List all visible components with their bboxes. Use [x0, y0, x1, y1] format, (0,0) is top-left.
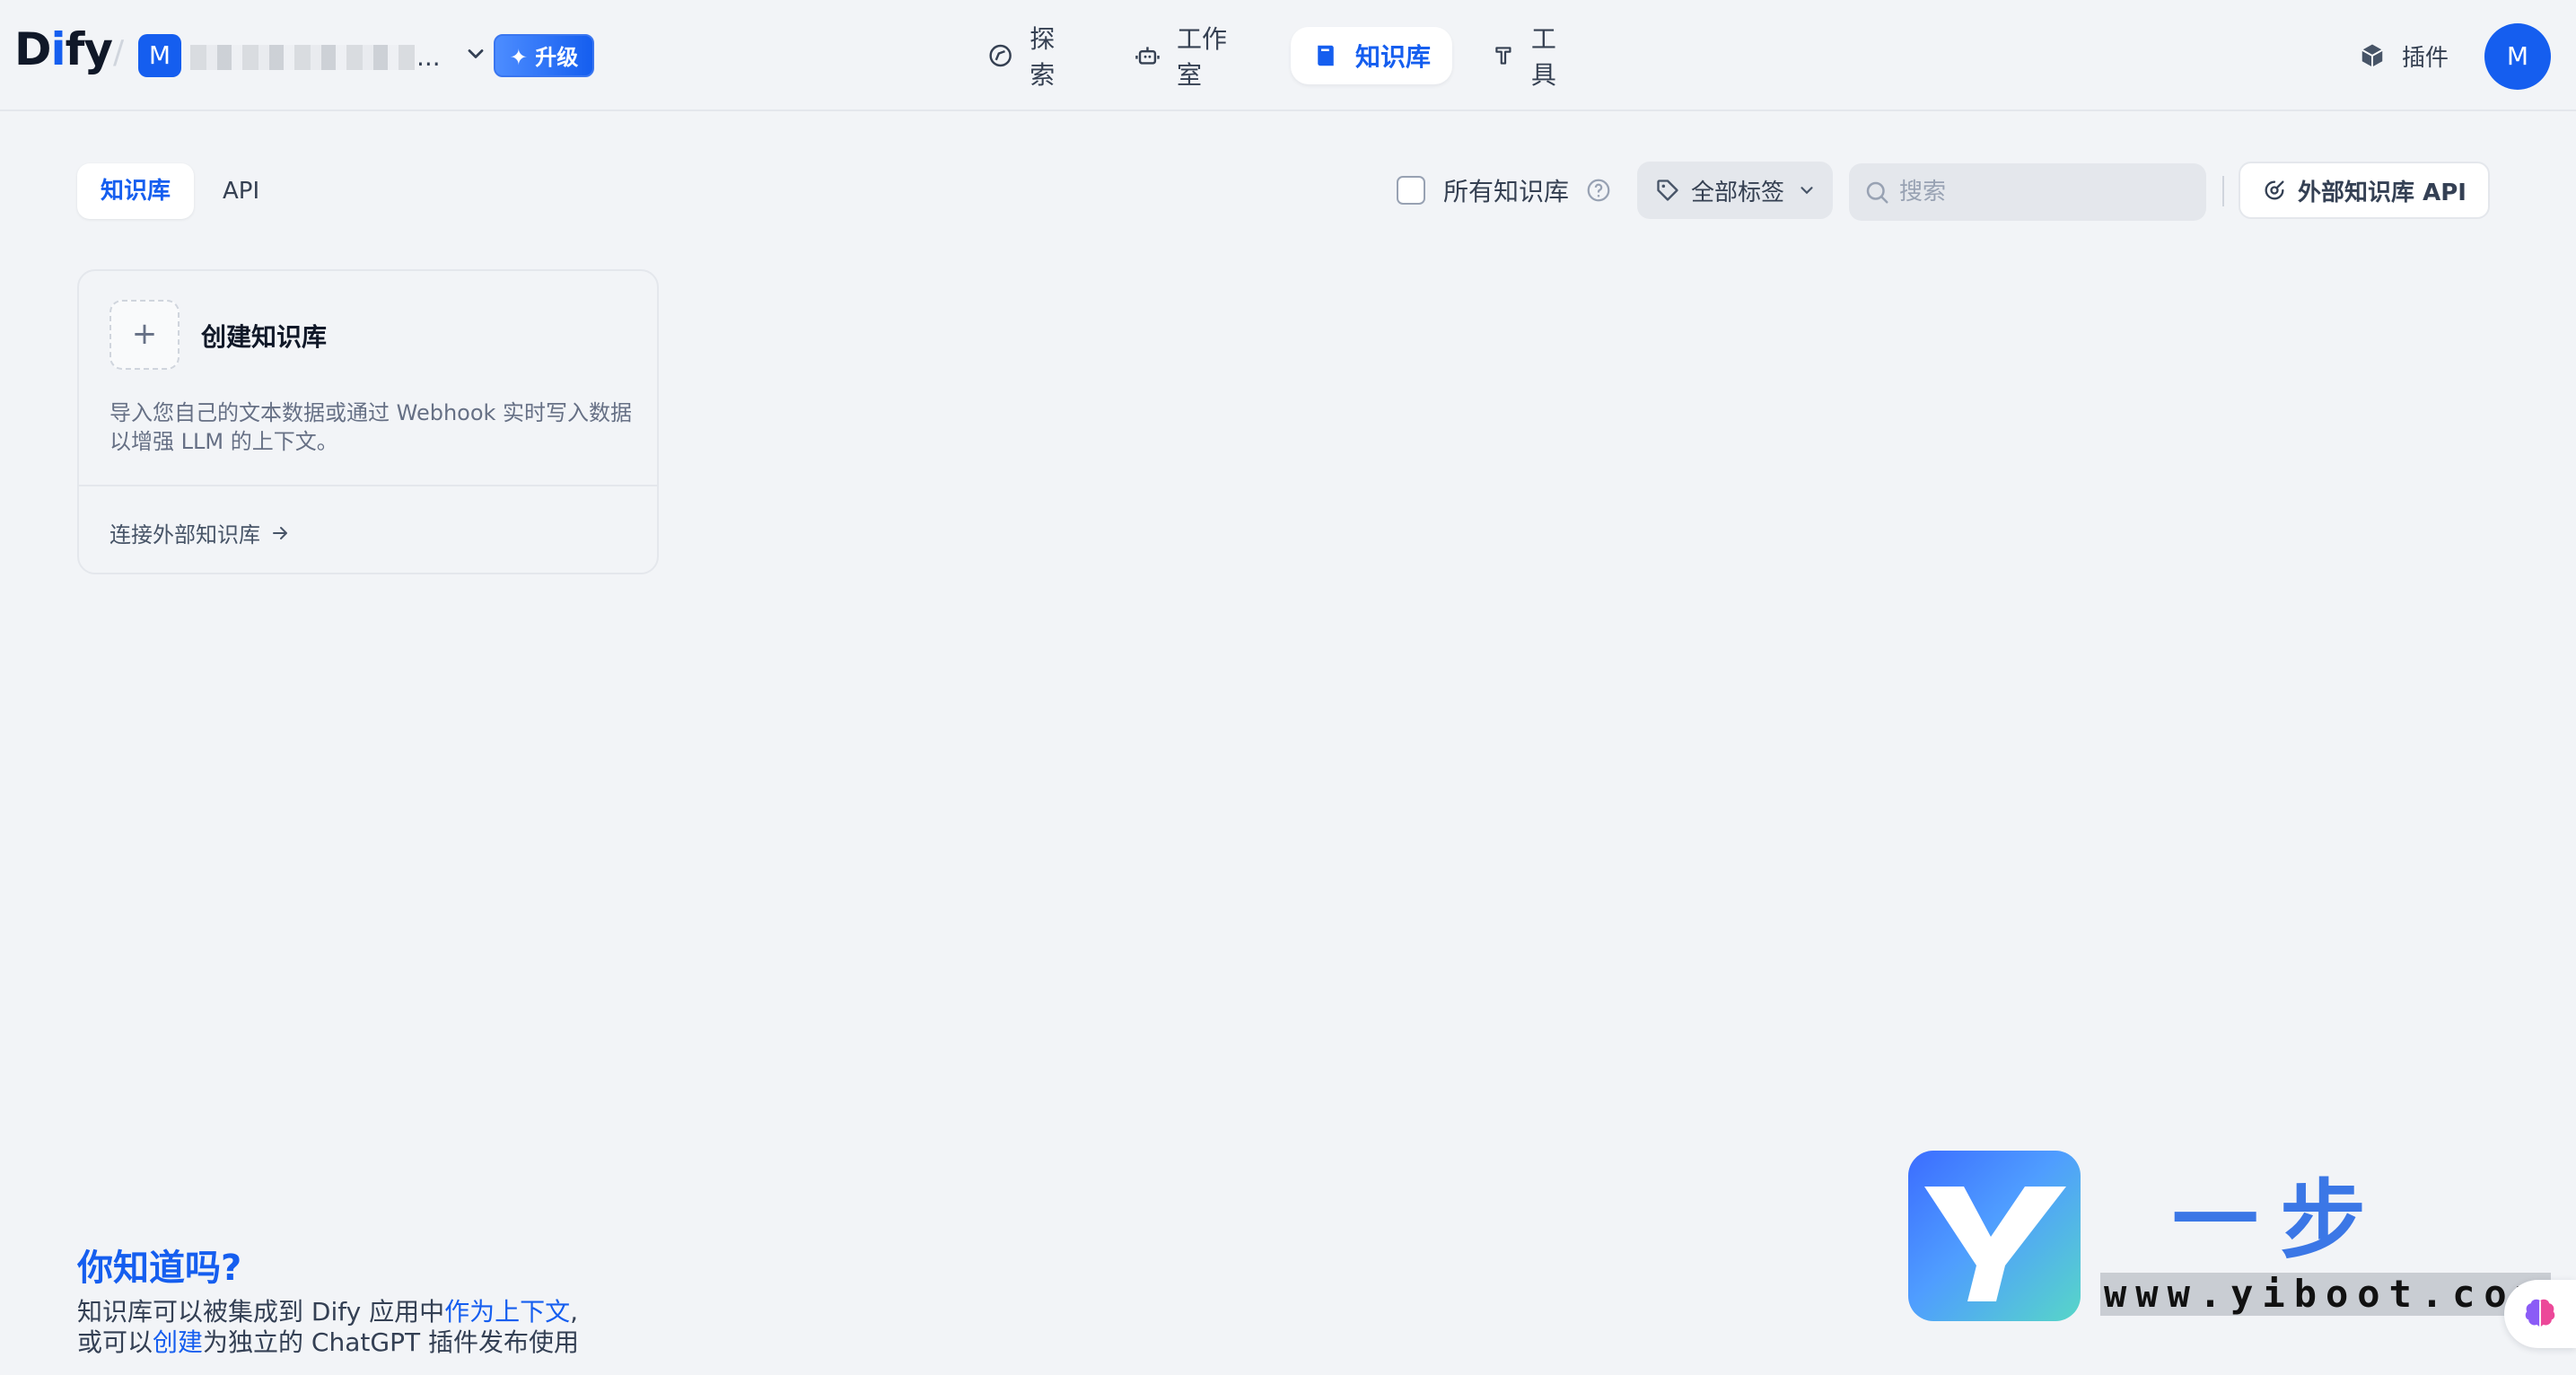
- breadcrumb-separator: /: [113, 34, 125, 71]
- external-knowledge-api-button[interactable]: 外部知识库 API: [2239, 162, 2490, 219]
- search-input[interactable]: [1897, 178, 2185, 206]
- create-knowledge-card[interactable]: + 创建知识库 导入您自己的文本数据或通过 Webhook 实时写入数据以增强 …: [77, 269, 659, 574]
- toolbar-divider: [2222, 176, 2224, 206]
- nav-tools[interactable]: 工具: [1470, 24, 1596, 90]
- watermark-url: www.yiboot.com: [2100, 1273, 2552, 1316]
- yibu-watermark-logo: [1908, 1151, 2081, 1321]
- dify-logo[interactable]: Dify: [14, 23, 113, 75]
- user-avatar[interactable]: M: [2484, 23, 2551, 90]
- nav-explore[interactable]: 探索: [966, 24, 1100, 90]
- all-knowledge-label: 所有知识库: [1443, 177, 1570, 206]
- help-icon[interactable]: [1585, 177, 1612, 204]
- hammer-icon: [1495, 47, 1511, 65]
- watermark-chinese-text: 一步: [2172, 1169, 2388, 1271]
- tag-filter-select[interactable]: 全部标签: [1637, 162, 1833, 219]
- tag-filter-label: 全部标签: [1691, 179, 1785, 206]
- tab-knowledge[interactable]: 知识库: [77, 163, 195, 219]
- tag-icon: [1657, 180, 1678, 201]
- upgrade-button[interactable]: ✦ 升级: [494, 34, 594, 77]
- nav-knowledge-label: 知识库: [1355, 42, 1432, 72]
- card-divider: [79, 485, 657, 486]
- nav-studio-label: 工作室: [1176, 24, 1227, 90]
- tip-title: 你知道吗?: [77, 1248, 242, 1289]
- all-knowledge-checkbox[interactable]: [1397, 176, 1425, 205]
- tip-line-2: 或可以创建为独立的 ChatGPT 插件发布使用: [77, 1327, 579, 1357]
- yibu-logo-icon: [1924, 1187, 2066, 1301]
- nav-knowledge[interactable]: 知识库: [1291, 27, 1452, 84]
- nav-studio[interactable]: 工作室: [1113, 24, 1271, 90]
- nav-tools-label: 工具: [1530, 24, 1556, 90]
- arrow-right-icon: [273, 526, 287, 539]
- plus-icon[interactable]: +: [110, 300, 180, 370]
- connect-external-knowledge-label: 连接外部知识库: [110, 522, 260, 547]
- workspace-avatar[interactable]: M: [138, 34, 181, 77]
- workspace-name-redacted: [190, 45, 415, 70]
- create-link[interactable]: 创建: [153, 1327, 203, 1357]
- external-knowledge-api-label: 外部知识库 API: [2298, 179, 2466, 206]
- search-box[interactable]: [1849, 163, 2206, 221]
- top-header: Dify / M ... ✦ 升级 探索 工作室 知识库 工具 插件 M: [0, 0, 2576, 111]
- api-connection-icon: [2265, 180, 2284, 200]
- cube-icon: [2361, 44, 2383, 67]
- robot-icon: [1135, 47, 1160, 65]
- brain-icon: [2525, 1299, 2555, 1327]
- all-knowledge-filter[interactable]: 所有知识库: [1397, 172, 1612, 208]
- book-icon: [1318, 45, 1334, 66]
- plugins-label: 插件: [2402, 44, 2449, 72]
- connect-external-knowledge-link[interactable]: 连接外部知识库: [110, 517, 291, 548]
- search-icon: [1866, 181, 1888, 204]
- chevron-down-icon: [1801, 187, 1813, 195]
- workspace-name[interactable]: ...: [190, 39, 443, 75]
- nav-explore-label: 探索: [1030, 24, 1056, 90]
- create-knowledge-description: 导入您自己的文本数据或通过 Webhook 实时写入数据以增强 LLM 的上下文…: [110, 400, 633, 454]
- floating-assistant-button[interactable]: [2504, 1280, 2576, 1348]
- tab-api[interactable]: API: [199, 163, 283, 219]
- compass-icon: [989, 44, 1012, 67]
- chevron-down-icon[interactable]: [463, 41, 488, 66]
- plugins-button[interactable]: 插件: [2359, 34, 2449, 77]
- create-knowledge-title[interactable]: 创建知识库: [201, 318, 327, 354]
